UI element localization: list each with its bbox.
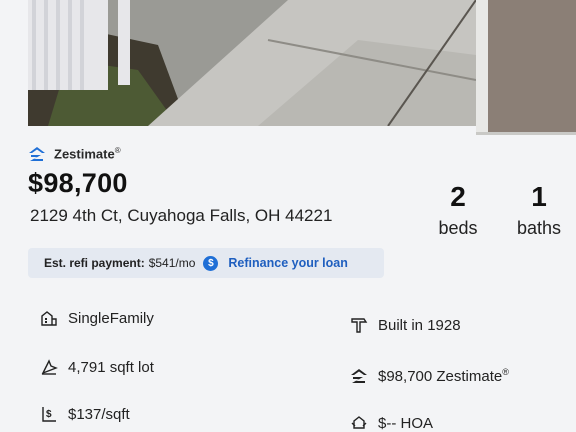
refi-banner: Est. refi payment: $541/mo $ Refinance y… xyxy=(28,248,384,278)
fact-hoa-text: $-- HOA xyxy=(378,414,434,432)
beds-label: beds xyxy=(438,218,478,238)
beds-value: 2 xyxy=(450,181,466,212)
fact-lot-text: 4,791 sqft lot xyxy=(68,358,154,376)
property-photo[interactable] xyxy=(28,0,476,126)
baths-stat: 1 baths xyxy=(508,182,570,239)
dollar-circle-icon: $ xyxy=(203,255,219,271)
listing-price: $98,700 xyxy=(28,168,128,198)
svg-text:$: $ xyxy=(46,409,52,420)
fact-built-text: Built in 1928 xyxy=(378,316,461,334)
hoa-icon xyxy=(351,416,367,429)
refi-label: Est. refi payment: xyxy=(44,256,145,270)
photo-image xyxy=(28,0,476,126)
zestimate-label: Zestimate xyxy=(54,146,115,162)
fact-zestimate-text: $98,700 Zestimate xyxy=(378,368,503,385)
fact-hoa: $-- HOA xyxy=(350,414,433,432)
zillow-logo-icon xyxy=(29,147,45,161)
fact-zestimate-trademark: ® xyxy=(502,367,509,377)
fact-built: Built in 1928 xyxy=(350,316,461,334)
fact-zestimate: $98,700 Zestimate® xyxy=(350,367,509,385)
photo-next-preview[interactable] xyxy=(476,0,576,135)
building-icon xyxy=(41,311,57,326)
lot-size-icon xyxy=(41,359,58,375)
zestimate-header: Zestimate® xyxy=(28,146,121,162)
fact-price-per-sqft: $ $137/sqft xyxy=(40,405,130,423)
fact-home-type-text: SingleFamily xyxy=(68,309,154,327)
zillow-logo-icon xyxy=(351,369,367,383)
hammer-icon xyxy=(351,318,368,333)
baths-value: 1 xyxy=(531,181,547,212)
zestimate-trademark: ® xyxy=(114,146,121,156)
fact-home-type: SingleFamily xyxy=(40,309,154,327)
refi-value: $541/mo xyxy=(148,256,196,270)
beds-stat: 2 beds xyxy=(430,182,486,239)
fact-lot: 4,791 sqft lot xyxy=(40,358,154,376)
property-card: Zestimate® $98,700 2129 4th Ct, Cuyahoga… xyxy=(0,0,576,432)
listing-address: 2129 4th Ct, Cuyahoga Falls, OH 44221 xyxy=(30,206,333,225)
price-per-sqft-icon: $ xyxy=(42,407,56,422)
fact-price-per-sqft-text: $137/sqft xyxy=(68,405,130,423)
baths-label: baths xyxy=(516,218,562,238)
refinance-link[interactable]: Refinance your loan xyxy=(228,256,347,270)
